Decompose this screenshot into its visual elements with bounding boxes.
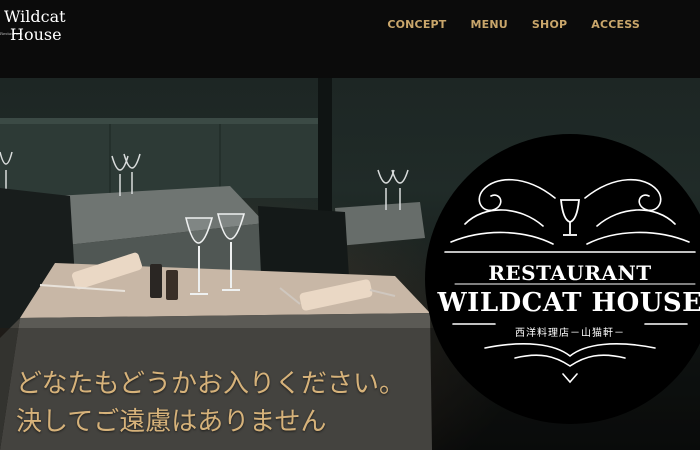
emblem-line1: RESTAURANT [488,261,652,285]
emblem-line3: 西洋料理店－山猫軒－ [515,328,625,339]
nav-shop[interactable]: SHOP [532,18,567,31]
emblem-line2: WILDCAT HOUSE [437,288,700,318]
logo-line2: House [10,25,62,44]
nav-access[interactable]: ACCESS [591,18,640,31]
site-header: Wildcat Restaurant House CONCEPT MENU SH… [0,0,700,60]
restaurant-emblem: RESTAURANT WILDCAT HOUSE 西洋料理店－山猫軒－ [425,134,700,424]
logo-line1: Wildcat [4,7,66,26]
nav-concept[interactable]: CONCEPT [387,18,446,31]
hero-section: RESTAURANT WILDCAT HOUSE 西洋料理店－山猫軒－ どなたも… [0,78,700,450]
nav-menu[interactable]: MENU [471,18,508,31]
catchcopy-line1: どなたもどうかお入りください。 [16,369,405,399]
catchcopy-line2: 決してご遠慮はありません [16,407,327,437]
main-nav: CONCEPT MENU SHOP ACCESS [387,18,640,31]
